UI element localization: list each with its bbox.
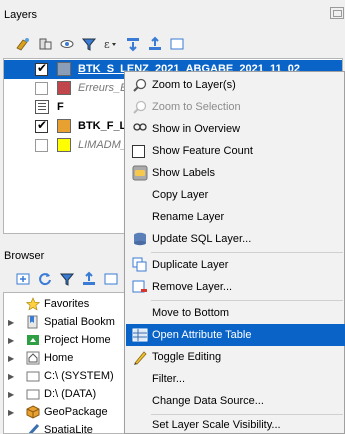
layer-symbol-swatch bbox=[57, 119, 71, 133]
menu-item-label: Change Data Source... bbox=[152, 395, 264, 407]
feature-count-checkbox[interactable] bbox=[132, 144, 145, 158]
filter-layer-icon[interactable] bbox=[36, 35, 54, 53]
menu-item-label: Zoom to Selection bbox=[152, 101, 241, 113]
menu-item-label: Move to Bottom bbox=[152, 307, 230, 319]
remove-icon bbox=[132, 279, 148, 295]
menu-item-label: Update SQL Layer... bbox=[152, 233, 252, 245]
menu-item-label: Filter... bbox=[152, 373, 186, 385]
browser-item-label: D:\ (DATA) bbox=[44, 388, 97, 400]
menu-item-label: Zoom to Layer(s) bbox=[152, 79, 236, 91]
labels-icon bbox=[132, 165, 148, 181]
table-icon bbox=[132, 327, 148, 343]
refresh-icon[interactable] bbox=[36, 270, 54, 288]
layer-label: F bbox=[57, 101, 64, 113]
layer-visibility-checkbox[interactable] bbox=[35, 61, 48, 76]
menu-item-copy-layer[interactable]: Copy Layer bbox=[126, 184, 345, 206]
group-icon bbox=[35, 100, 49, 114]
menu-item-show-feature-count[interactable]: Show Feature Count bbox=[126, 140, 345, 162]
browser-item-label: Favorites bbox=[44, 298, 90, 310]
layer-symbol-swatch bbox=[57, 62, 71, 76]
home-icon bbox=[26, 351, 40, 365]
collapse-all-icon[interactable] bbox=[80, 270, 98, 288]
menu-item-filter[interactable]: Filter... bbox=[126, 368, 345, 390]
menu-item-zoom-to-layer[interactable]: Zoom to Layer(s) bbox=[126, 74, 345, 96]
layer-visibility-checkbox[interactable] bbox=[35, 82, 48, 95]
browser-panel-title: Browser bbox=[4, 250, 45, 262]
filter-browser-icon[interactable] bbox=[58, 270, 76, 288]
collapse-icon[interactable] bbox=[146, 35, 164, 53]
menu-item-label: Duplicate Layer bbox=[152, 259, 229, 271]
duplicate-icon bbox=[132, 257, 148, 273]
properties-icon[interactable] bbox=[102, 270, 120, 288]
database-icon bbox=[132, 231, 148, 247]
layer-symbol-swatch bbox=[57, 138, 71, 152]
layer-label: LIMADM_ bbox=[78, 139, 127, 151]
menu-separator bbox=[151, 300, 343, 301]
menu-separator bbox=[151, 252, 343, 253]
expand-arrow-icon[interactable]: ▶ bbox=[8, 318, 14, 327]
browser-item-label: C:\ (SYSTEM) bbox=[44, 370, 114, 382]
expand-arrow-icon[interactable]: ▶ bbox=[8, 372, 14, 381]
bookmark-icon bbox=[26, 315, 40, 329]
layer-visibility-checkbox[interactable] bbox=[35, 118, 48, 133]
expand-arrow-icon[interactable]: ▶ bbox=[8, 336, 14, 345]
add-selected-layers-icon[interactable] bbox=[14, 270, 32, 288]
remove-layer-icon[interactable] bbox=[168, 35, 186, 53]
menu-item-label: Copy Layer bbox=[152, 189, 209, 201]
geopackage-icon bbox=[26, 405, 40, 419]
browser-item-label: Spatial Bookm bbox=[44, 316, 115, 328]
layer-symbol-swatch bbox=[57, 81, 71, 95]
overview-icon bbox=[132, 121, 148, 137]
svg-text:ε: ε bbox=[104, 38, 110, 51]
menu-item-label: Show Labels bbox=[152, 167, 215, 179]
menu-item-open-attribute-table[interactable]: Open Attribute Table bbox=[126, 324, 345, 346]
menu-item-rename-layer[interactable]: Rename Layer bbox=[126, 206, 345, 228]
browser-item-label: SpatiaLite bbox=[44, 424, 93, 434]
menu-item-duplicate-layer[interactable]: Duplicate Layer bbox=[126, 254, 345, 276]
pencil-icon bbox=[132, 349, 148, 365]
menu-item-label: Set Layer Scale Visibility... bbox=[152, 419, 281, 431]
menu-item-move-to-bottom[interactable]: Move to Bottom bbox=[126, 302, 345, 324]
menu-item-update-sql-layer[interactable]: Update SQL Layer... bbox=[126, 228, 345, 250]
drive-icon bbox=[26, 387, 40, 401]
drive-icon bbox=[26, 369, 40, 383]
menu-item-label: Rename Layer bbox=[152, 211, 225, 223]
browser-item-label: Home bbox=[44, 352, 74, 364]
menu-item-toggle-editing[interactable]: Toggle Editing bbox=[126, 346, 345, 368]
menu-item-label: Show in Overview bbox=[152, 123, 241, 135]
expand-arrow-icon[interactable]: ▶ bbox=[8, 408, 14, 417]
expand-icon[interactable] bbox=[124, 35, 142, 53]
expand-arrow-icon[interactable]: ▶ bbox=[8, 390, 14, 399]
star-icon bbox=[25, 297, 41, 311]
menu-item-change-data-source[interactable]: Change Data Source... bbox=[126, 390, 345, 412]
layers-toolbar: ε bbox=[14, 34, 190, 54]
menu-item-label: Open Attribute Table bbox=[152, 329, 252, 341]
menu-item-set-layer-scale-visibility[interactable]: Set Layer Scale Visibility... bbox=[126, 414, 345, 434]
style-icon[interactable] bbox=[14, 35, 32, 53]
eye-icon[interactable] bbox=[58, 35, 76, 53]
menu-item-show-in-overview[interactable]: Show in Overview bbox=[126, 118, 345, 140]
layers-panel-title: Layers bbox=[4, 9, 38, 21]
layer-context-menu: Zoom to Layer(s) Zoom to Selection Show … bbox=[124, 71, 345, 434]
funnel-icon[interactable] bbox=[80, 35, 98, 53]
layer-visibility-checkbox[interactable] bbox=[35, 139, 48, 152]
zoom-selection-icon bbox=[132, 99, 148, 115]
browser-toolbar bbox=[14, 270, 124, 288]
spatialite-icon bbox=[26, 423, 40, 433]
layer-label: Erreurs_Et bbox=[78, 82, 131, 94]
menu-item-label: Toggle Editing bbox=[152, 351, 222, 363]
menu-item-show-labels[interactable]: Show Labels bbox=[126, 162, 345, 184]
browser-item-label: Project Home bbox=[44, 334, 111, 346]
undock-panel-icon[interactable] bbox=[330, 7, 344, 19]
browser-item-label: GeoPackage bbox=[44, 406, 108, 418]
menu-item-zoom-to-selection[interactable]: Zoom to Selection bbox=[126, 96, 345, 118]
expand-arrow-icon[interactable]: ▶ bbox=[8, 354, 14, 363]
menu-item-label: Show Feature Count bbox=[152, 145, 253, 157]
menu-item-remove-layer[interactable]: Remove Layer... bbox=[126, 276, 345, 298]
project-home-icon bbox=[26, 333, 40, 347]
menu-item-label: Remove Layer... bbox=[152, 281, 233, 293]
expression-icon[interactable]: ε bbox=[102, 35, 120, 53]
zoom-layer-icon bbox=[132, 77, 148, 93]
